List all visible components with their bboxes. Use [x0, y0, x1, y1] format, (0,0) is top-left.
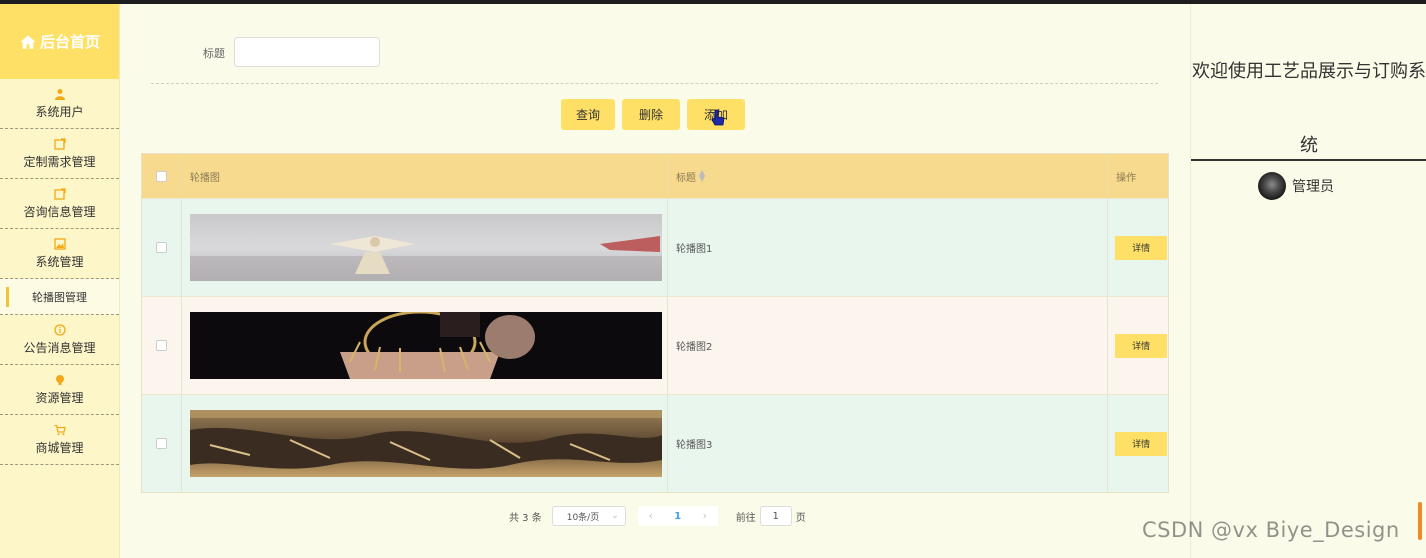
active-indicator	[6, 287, 9, 307]
query-button[interactable]: 查询	[561, 99, 615, 130]
sidebar-item-resources[interactable]: 资源管理	[0, 365, 119, 415]
edit-icon	[53, 187, 66, 200]
select-all-checkbox[interactable]	[155, 170, 167, 182]
pagination: 共 3 条 10条/页 ⌄ ‹ 1 › 前往 1 页	[509, 506, 806, 526]
column-header-title-label: 标题	[675, 172, 696, 184]
delete-button[interactable]: 删除	[622, 99, 680, 130]
goto-label: 前往	[735, 512, 756, 524]
sidebar-item-consult-info[interactable]: 咨询信息管理	[0, 179, 119, 229]
main-content: 标题 查询 删除 添加 轮播图 标题 ▲▼ 操作	[121, 4, 1189, 558]
chevron-down-icon: ⌄	[611, 511, 619, 521]
page-size-value: 10条/页	[566, 512, 600, 523]
row-title: 轮播图3	[675, 440, 713, 451]
scroll-indicator[interactable]	[1418, 502, 1422, 540]
user-name: 管理员	[1292, 179, 1334, 195]
detail-button[interactable]: 详情	[1115, 431, 1168, 456]
sidebar-item-label: 系统用户	[35, 104, 84, 119]
user-menu[interactable]: 管理员	[1258, 172, 1334, 200]
bulb-icon	[54, 374, 66, 386]
right-panel: 欢迎使用工艺品展示与订购系统 管理员	[1190, 4, 1426, 558]
table-row: 轮播图2 详情	[142, 296, 1168, 394]
row-checkbox[interactable]	[155, 438, 167, 449]
sidebar-brand-home[interactable]: 后台首页	[0, 4, 119, 79]
column-header-image: 轮播图	[182, 154, 668, 198]
carousel-image-3	[189, 410, 662, 477]
table-header: 轮播图 标题 ▲ ▼ 操作	[142, 154, 1168, 198]
carousel-table: 轮播图 标题 ▲ ▼ 操作 轮播图1 详情 轮播图2 详情 轮播图3 详情	[141, 153, 1169, 493]
sidebar: 后台首页 系统用户 定制需求管理 咨询信息管理 系统管理 轮播图管理 公告消息管…	[0, 4, 120, 558]
goto-page-input[interactable]: 1	[759, 506, 792, 526]
row-checkbox[interactable]	[155, 242, 167, 253]
image-icon	[53, 237, 66, 250]
sidebar-item-label: 资源管理	[35, 390, 84, 405]
page-size-select[interactable]: 10条/页 ⌄	[551, 506, 626, 526]
sidebar-item-label: 系统管理	[35, 254, 84, 269]
csdn-watermark: CSDN @vx Biye_Design	[1142, 518, 1400, 542]
table-row: 轮播图3 详情	[142, 394, 1168, 492]
carousel-image-1	[189, 214, 662, 281]
edit-icon	[53, 137, 66, 150]
row-title: 轮播图1	[675, 244, 713, 255]
sidebar-item-label: 商城管理	[35, 440, 84, 455]
sort-icon[interactable]: ▲ ▼	[699, 169, 705, 183]
next-page-button[interactable]: ›	[691, 506, 718, 526]
column-header-actions: 操作	[1116, 172, 1137, 184]
pagination-total: 共 3 条	[509, 512, 542, 524]
info-icon	[53, 323, 66, 336]
header-divider	[1191, 159, 1426, 161]
search-title-label: 标题	[203, 47, 225, 60]
home-icon	[20, 34, 36, 49]
sidebar-item-label: 公告消息管理	[23, 340, 96, 355]
carousel-image-2	[189, 312, 662, 379]
sidebar-item-mall[interactable]: 商城管理	[0, 415, 119, 465]
page-number-current[interactable]: 1	[663, 506, 692, 526]
row-title: 轮播图2	[675, 342, 713, 353]
sidebar-item-system-users[interactable]: 系统用户	[0, 79, 119, 129]
sidebar-item-announcement[interactable]: 公告消息管理	[0, 315, 119, 365]
sidebar-item-carousel-manage[interactable]: 轮播图管理	[0, 279, 119, 315]
cart-icon	[54, 424, 66, 436]
sidebar-item-label: 轮播图管理	[32, 290, 87, 304]
brand-title: 后台首页	[39, 33, 100, 51]
search-divider	[151, 83, 1158, 84]
page-suffix: 页	[795, 512, 806, 524]
avatar	[1258, 172, 1286, 200]
column-header-title[interactable]: 标题 ▲ ▼	[668, 154, 1109, 198]
sidebar-item-label: 定制需求管理	[23, 154, 96, 169]
sidebar-item-custom-demand[interactable]: 定制需求管理	[0, 129, 119, 179]
prev-page-button[interactable]: ‹	[637, 506, 664, 526]
search-title-input[interactable]	[234, 37, 380, 67]
table-row: 轮播图1 详情	[142, 198, 1168, 296]
row-checkbox[interactable]	[155, 340, 167, 351]
user-icon	[54, 88, 66, 100]
mouse-cursor-icon	[711, 109, 725, 126]
sidebar-item-system-manage[interactable]: 系统管理	[0, 229, 119, 279]
detail-button[interactable]: 详情	[1115, 235, 1168, 260]
detail-button[interactable]: 详情	[1115, 333, 1168, 358]
sidebar-item-label: 咨询信息管理	[23, 204, 96, 219]
select-all-cell	[142, 154, 182, 198]
